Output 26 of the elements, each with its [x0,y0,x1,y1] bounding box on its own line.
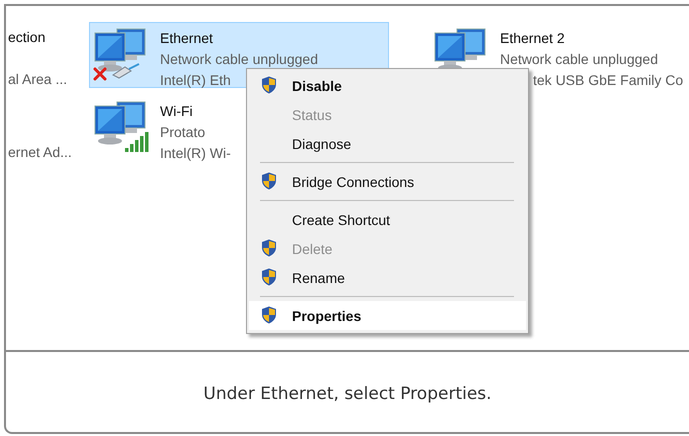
error-x-icon [93,67,107,81]
shield-icon [261,268,277,286]
signal-bars-icon [125,132,151,152]
shield-icon [261,172,277,190]
shield-icon [261,239,277,257]
adapter-status: Network cable unplugged [500,51,658,67]
adapter-name: ection [8,29,46,45]
caption-text: Under Ethernet, select Properties. [203,384,492,404]
adapter-device: Intel(R) Wi- [160,145,231,161]
adapter-name: Ethernet [160,30,213,46]
menu-item[interactable]: Bridge Connections [249,167,526,196]
shield-icon [261,76,277,94]
adapter-device: Intel(R) Eth [160,72,231,88]
cable-plug-icon [111,63,141,79]
menu-item[interactable]: Create Shortcut [249,205,526,234]
shield-icon [261,306,277,324]
menu-item[interactable]: Diagnose [249,129,526,158]
menu-item[interactable]: Rename [249,263,526,292]
menu-item[interactable]: Properties [249,301,526,330]
adapter-name: Wi-Fi [160,103,193,119]
adapter-device: ernet Ad... [8,144,72,160]
adapter-status: Protato [160,124,206,140]
adapter-device: al Area ... [8,71,68,87]
adapter-status: Network cable unplugged [160,51,318,67]
adapter-name: Ethernet 2 [500,30,565,46]
adapter-device: tek USB GbE Family Co [532,72,684,88]
